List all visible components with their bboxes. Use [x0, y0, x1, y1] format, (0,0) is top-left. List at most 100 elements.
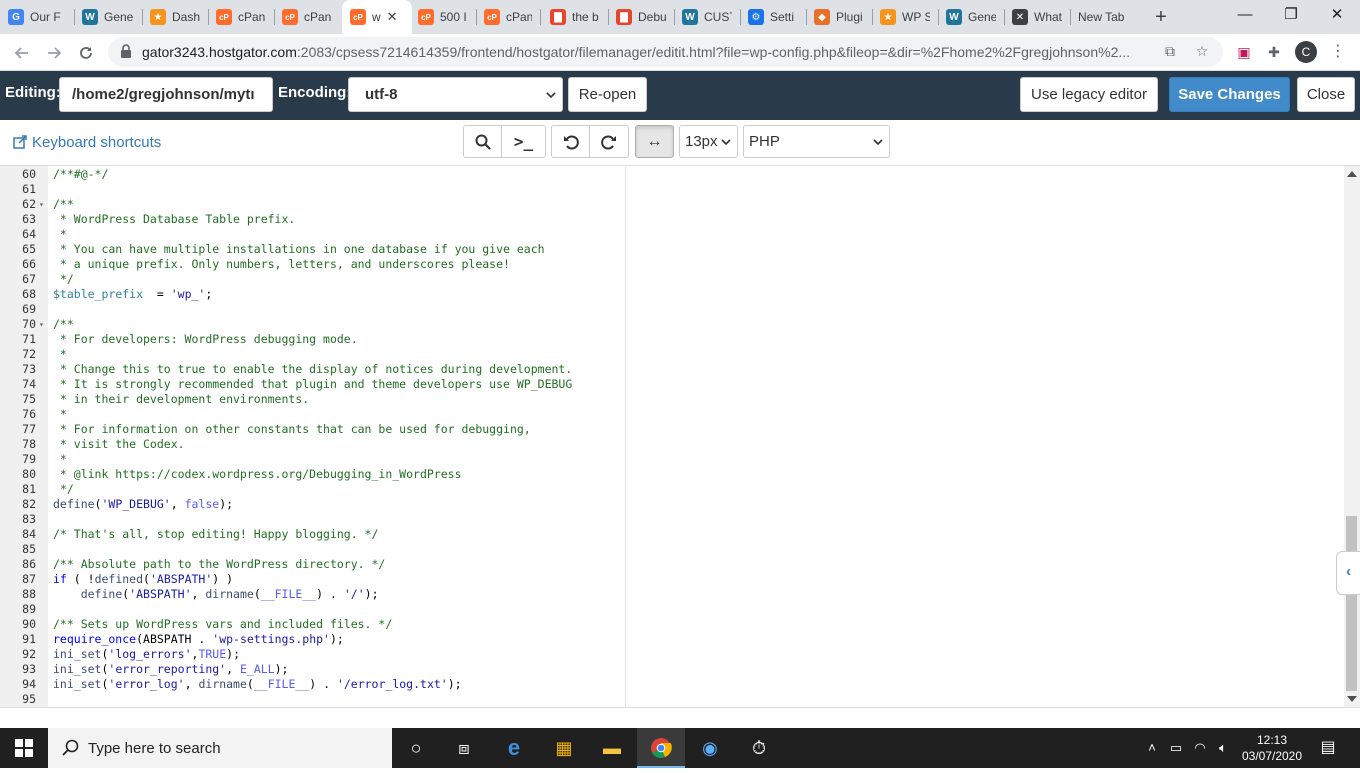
horizontal-scrollbar[interactable] — [0, 707, 1360, 728]
undo-button[interactable] — [551, 125, 590, 158]
code-line[interactable]: 89 — [0, 602, 1344, 617]
browser-tab[interactable]: ✕ What — [1004, 0, 1070, 34]
restore-button[interactable]: ❐ — [1268, 0, 1314, 30]
browser-tab[interactable]: W Gene — [938, 0, 1004, 34]
taskbar-search[interactable]: Type here to search — [48, 728, 392, 768]
code-line[interactable]: 92 ini_set('log_errors',TRUE); — [0, 647, 1344, 662]
forward-button[interactable] — [40, 39, 68, 67]
browser-tab[interactable]: New Tab — [1070, 0, 1136, 34]
code-line[interactable]: 81 */ — [0, 482, 1344, 497]
browser-tab[interactable]: ★ Dash — [142, 0, 208, 34]
code-line[interactable]: 86 /** Absolute path to the WordPress dir… — [0, 557, 1344, 572]
code-line[interactable]: 93 ini_set('error_reporting', E_ALL); — [0, 662, 1344, 677]
code-line[interactable]: 67 */ — [0, 272, 1344, 287]
file-explorer-icon[interactable]: ▬ — [588, 728, 636, 768]
code-line[interactable]: 73 * Change this to true to enable the d… — [0, 362, 1344, 377]
task-view-icon[interactable]: ⧈ — [440, 728, 488, 768]
browser-tab[interactable]: cP 500 I — [410, 0, 476, 34]
show-hidden-icons-icon[interactable]: ˄ — [1142, 728, 1162, 768]
code-line[interactable]: 78 * visit the Codex. — [0, 437, 1344, 452]
font-size-select[interactable]: 13px — [679, 125, 738, 158]
system-clock[interactable]: 12:13 03/07/2020 — [1232, 732, 1312, 764]
search-button[interactable] — [463, 125, 502, 158]
file-path-input[interactable]: /home2/gregjohnson/mytı — [59, 77, 273, 112]
code-line[interactable]: 90 /** Sets up WordPress vars and include… — [0, 617, 1344, 632]
goto-line-button[interactable]: >_ — [502, 125, 546, 158]
new-tab-button[interactable]: + — [1149, 4, 1173, 30]
code-line[interactable]: 83 — [0, 512, 1344, 527]
browser-tab[interactable]: W Gene — [74, 0, 142, 34]
tab-close-icon[interactable]: ✕ — [387, 9, 398, 25]
code-line[interactable]: 85 — [0, 542, 1344, 557]
scroll-down-icon[interactable] — [1347, 696, 1357, 702]
redo-button[interactable] — [590, 125, 629, 158]
menu-kebab-icon[interactable]: ⋮ — [1328, 42, 1348, 62]
browser-tab[interactable]: ⚙ Setti — [740, 0, 806, 34]
browser-tab[interactable]: ◆ Plugi — [806, 0, 872, 34]
side-panel-toggle[interactable]: ‹ — [1336, 551, 1360, 595]
code-editor[interactable]: 60/**#@-*/61 62 ▾/** 63 * WordPress Databas… — [0, 166, 1344, 707]
address-bar[interactable]: gator3243.hostgator.com:2083/cpsess72146… — [108, 37, 1223, 67]
code-line[interactable]: 75 * in their development environments. — [0, 392, 1344, 407]
code-line[interactable]: 77 * For information on other constants … — [0, 422, 1344, 437]
code-line[interactable]: 66 * a unique prefix. Only numbers, lett… — [0, 257, 1344, 272]
code-line[interactable]: 80 * @link https://codex.wordpress.org/D… — [0, 467, 1344, 482]
teamviewer-icon[interactable]: ◉ — [686, 728, 734, 768]
browser-tab[interactable]: G Our F — [0, 0, 74, 34]
edge-icon[interactable]: e — [490, 728, 538, 768]
code-line[interactable]: 82 define('WP_DEBUG', false); — [0, 497, 1344, 512]
scrollbar-thumb[interactable] — [1346, 516, 1357, 691]
cortana-icon[interactable]: ○ — [392, 728, 440, 768]
app-timer-icon[interactable]: ⏱ — [735, 728, 783, 768]
language-select[interactable]: PHP — [743, 125, 890, 158]
code-line[interactable]: 60 /**#@-*/ — [0, 167, 1344, 182]
code-line[interactable]: 76 * — [0, 407, 1344, 422]
extensions-puzzle-icon[interactable]: ✚ — [1264, 42, 1284, 62]
reload-button[interactable] — [72, 39, 100, 67]
save-changes-button[interactable]: Save Changes — [1169, 77, 1290, 112]
scroll-up-icon[interactable] — [1347, 171, 1357, 177]
fold-toggle-icon[interactable]: ▾ — [39, 197, 44, 212]
code-line[interactable]: 68 $table_prefix = 'wp_'; — [0, 287, 1344, 302]
browser-tab[interactable]: ★ WP S — [872, 0, 938, 34]
bookmark-star-icon[interactable]: ☆ — [1192, 43, 1212, 63]
window-close-button[interactable]: ✕ — [1314, 0, 1360, 30]
code-line[interactable]: 70 ▾ /** — [0, 317, 1344, 332]
browser-tab[interactable]: ▇ Debu — [608, 0, 674, 34]
browser-tab[interactable]: cP cPan — [274, 0, 340, 34]
code-line[interactable]: 61 — [0, 182, 1344, 197]
code-line[interactable]: 72 * — [0, 347, 1344, 362]
code-line[interactable]: 87 if ( !defined('ABSPATH') ) — [0, 572, 1344, 587]
pocket-extension-icon[interactable]: ▣ — [1234, 42, 1254, 62]
wifi-icon[interactable]: ◠ — [1190, 728, 1210, 768]
vertical-scrollbar[interactable] — [1344, 166, 1360, 707]
code-line[interactable]: 84 /* That's all, stop editing! Happy blo… — [0, 527, 1344, 542]
code-line[interactable]: 64 * — [0, 227, 1344, 242]
battery-icon[interactable]: ▭ — [1166, 728, 1186, 768]
chrome-icon[interactable] — [637, 728, 685, 768]
store-icon[interactable]: ▦ — [540, 728, 588, 768]
code-line[interactable]: 62 ▾ /** — [0, 197, 1344, 212]
keyboard-shortcuts-link[interactable]: Keyboard shortcuts — [13, 134, 161, 151]
browser-tab[interactable]: cP w ✕ — [342, 0, 412, 34]
minimize-button[interactable]: — — [1222, 0, 1268, 30]
word-wrap-toggle[interactable]: ↔ — [635, 125, 674, 158]
browser-tab[interactable]: ▇ the b — [542, 0, 608, 34]
code-line[interactable]: 79 * — [0, 452, 1344, 467]
reopen-button[interactable]: Re-open — [568, 77, 647, 112]
profile-avatar[interactable]: C — [1295, 41, 1317, 63]
code-line[interactable]: 63 * WordPress Database Table prefix. — [0, 212, 1344, 227]
browser-tab[interactable]: W CUST — [674, 0, 740, 34]
code-line[interactable]: 94 ini_set('error_log', dirname(__FILE__)… — [0, 677, 1344, 692]
code-line[interactable]: 88 define('ABSPATH', dirname(__FILE__) .… — [0, 587, 1344, 602]
volume-icon[interactable]: 🔈︎ — [1212, 728, 1234, 768]
notifications-icon[interactable]: ▤ — [1316, 728, 1340, 768]
close-button[interactable]: Close — [1297, 77, 1355, 112]
browser-tab[interactable]: cP cPan — [208, 0, 274, 34]
translate-icon[interactable]: ⧉ — [1160, 43, 1180, 63]
start-button[interactable] — [0, 728, 48, 768]
fold-toggle-icon[interactable]: ▾ — [39, 317, 44, 332]
code-line[interactable]: 91 require_once(ABSPATH . 'wp-settings.ph… — [0, 632, 1344, 647]
code-line[interactable]: 71 * For developers: WordPress debugging… — [0, 332, 1344, 347]
browser-tab[interactable]: cP cPan — [476, 0, 540, 34]
